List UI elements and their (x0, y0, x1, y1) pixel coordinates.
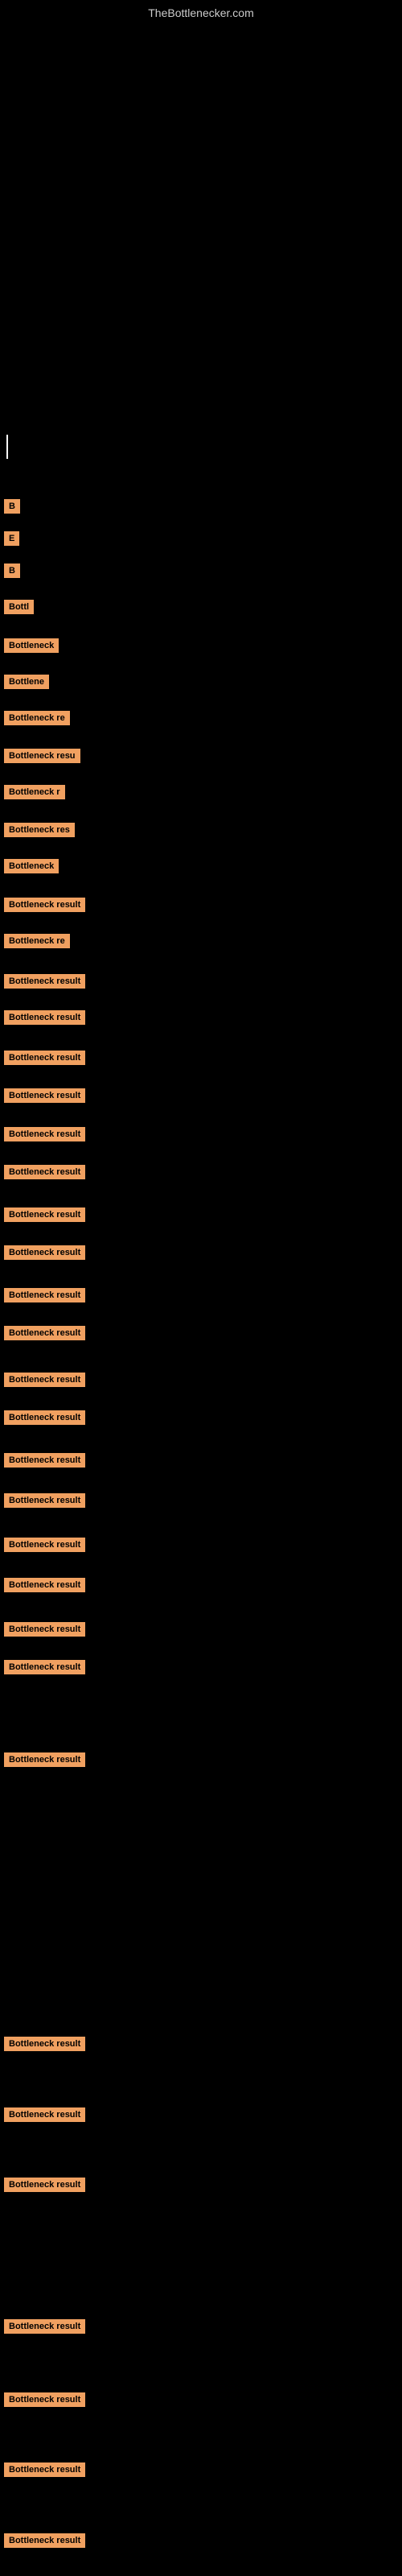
site-title-bar: TheBottlenecker.com (0, 0, 402, 23)
bottleneck-label-item: Bottleneck result (4, 2319, 85, 2334)
bottleneck-label-item: Bottleneck re (4, 934, 70, 948)
bottleneck-label-item: Bottleneck result (4, 898, 85, 912)
bottleneck-label-item: B (4, 564, 20, 578)
bottleneck-label-item: Bottleneck resu (4, 749, 80, 763)
bottleneck-label-item: Bottleneck re (4, 711, 70, 725)
bottleneck-label-item: Bottleneck result (4, 2178, 85, 2192)
bottleneck-label-item: E (4, 531, 19, 546)
bottleneck-label-item: Bottleneck result (4, 2037, 85, 2051)
bottleneck-label-item: Bottleneck result (4, 2107, 85, 2122)
bottleneck-label-item: Bottleneck result (4, 1410, 85, 1425)
bottleneck-label-item: Bottleneck result (4, 1010, 85, 1025)
bottleneck-label-item: Bottl (4, 600, 34, 614)
bottleneck-label-item: Bottleneck (4, 859, 59, 873)
bottleneck-label-item: Bottlene (4, 675, 49, 689)
main-chart-area (0, 23, 402, 441)
bottleneck-label-item: Bottleneck result (4, 1493, 85, 1508)
bottleneck-label-item: Bottleneck result (4, 2392, 85, 2407)
bottleneck-label-item: Bottleneck result (4, 1051, 85, 1065)
cursor-indicator (6, 435, 8, 459)
bottleneck-label-item: Bottleneck result (4, 1538, 85, 1552)
bottleneck-label-item: Bottleneck result (4, 1326, 85, 1340)
bottleneck-label-item: Bottleneck result (4, 1373, 85, 1387)
bottleneck-label-item: B (4, 499, 20, 514)
bottleneck-label-item: Bottleneck result (4, 2533, 85, 2548)
bottleneck-label-item: Bottleneck r (4, 785, 65, 799)
bottleneck-label-item: Bottleneck result (4, 1752, 85, 1767)
bottleneck-label-item: Bottleneck result (4, 974, 85, 989)
bottleneck-label-item: Bottleneck result (4, 1127, 85, 1141)
bottleneck-label-item: Bottleneck result (4, 1288, 85, 1302)
bottleneck-label-item: Bottleneck result (4, 1578, 85, 1592)
bottleneck-label-item: Bottleneck result (4, 1088, 85, 1103)
bottleneck-label-item: Bottleneck res (4, 823, 75, 837)
bottleneck-label-item: Bottleneck result (4, 1660, 85, 1674)
bottleneck-label-item: Bottleneck result (4, 1453, 85, 1468)
bottleneck-label-item: Bottleneck (4, 638, 59, 653)
bottleneck-label-item: Bottleneck result (4, 2462, 85, 2477)
bottleneck-label-item: Bottleneck result (4, 1622, 85, 1637)
bottleneck-label-item: Bottleneck result (4, 1165, 85, 1179)
site-title: TheBottlenecker.com (0, 0, 402, 23)
bottleneck-label-item: Bottleneck result (4, 1245, 85, 1260)
bottleneck-label-item: Bottleneck result (4, 1208, 85, 1222)
